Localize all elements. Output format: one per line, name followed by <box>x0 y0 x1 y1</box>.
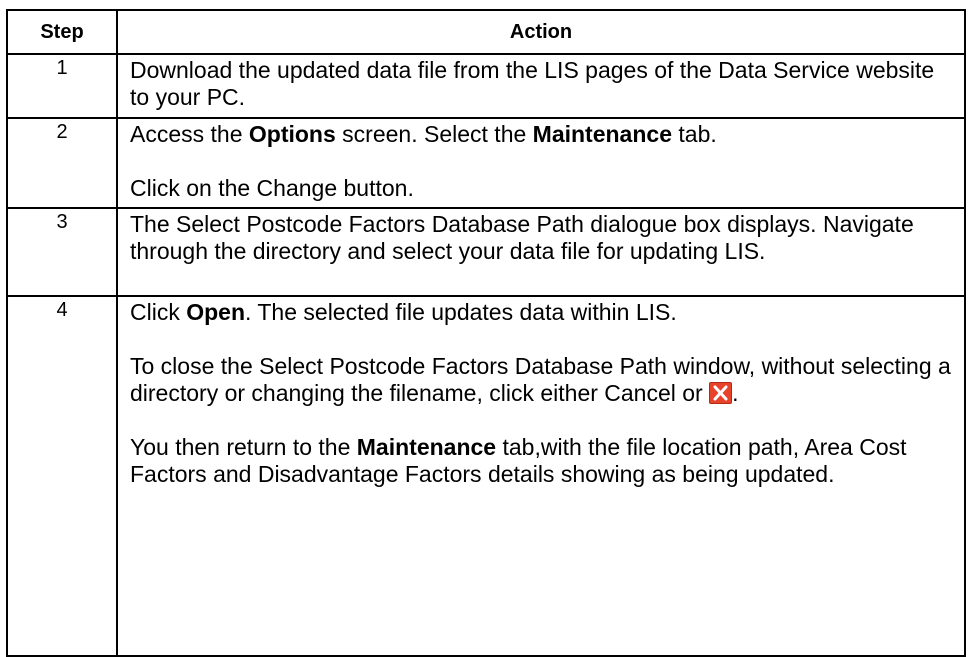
action-text: To close the Select Postcode Factors Dat… <box>130 353 951 406</box>
step-action: Access the Options screen. Select the Ma… <box>116 117 966 209</box>
action-text: You then return to the Maintenance tab,w… <box>130 434 907 487</box>
action-text: Download the updated data file from the … <box>130 57 935 110</box>
action-text: Access the Options screen. Select the Ma… <box>130 121 717 147</box>
close-icon <box>709 382 733 404</box>
table-row: 2 Access the Options screen. Select the … <box>6 117 966 209</box>
step-action: Click Open. The selected file updates da… <box>116 295 966 657</box>
step-action: The Select Postcode Factors Database Pat… <box>116 207 966 297</box>
action-column-header: Action <box>116 9 966 55</box>
table-row: 3 The Select Postcode Factors Database P… <box>6 207 966 297</box>
steps-table: Step Action 1 Download the updated data … <box>6 9 966 657</box>
maintenance-label: Maintenance <box>356 434 497 460</box>
header-row: Step Action <box>6 9 966 55</box>
action-text: Click Open. The selected file updates da… <box>130 299 677 325</box>
step-column-header: Step <box>6 9 118 55</box>
step-action: Download the updated data file from the … <box>116 53 966 119</box>
step-number: 4 <box>6 295 118 657</box>
action-text: Click on the Change button. <box>130 175 414 201</box>
options-label: Options <box>248 121 336 147</box>
table-row: 4 Click Open. The selected file updates … <box>6 295 966 657</box>
open-label: Open <box>186 299 246 325</box>
maintenance-label: Maintenance <box>532 121 672 147</box>
step-number: 3 <box>6 207 118 297</box>
table-row: 1 Download the updated data file from th… <box>6 53 966 119</box>
action-text: The Select Postcode Factors Database Pat… <box>130 211 914 264</box>
step-number: 2 <box>6 117 118 209</box>
step-number: 1 <box>6 53 118 119</box>
